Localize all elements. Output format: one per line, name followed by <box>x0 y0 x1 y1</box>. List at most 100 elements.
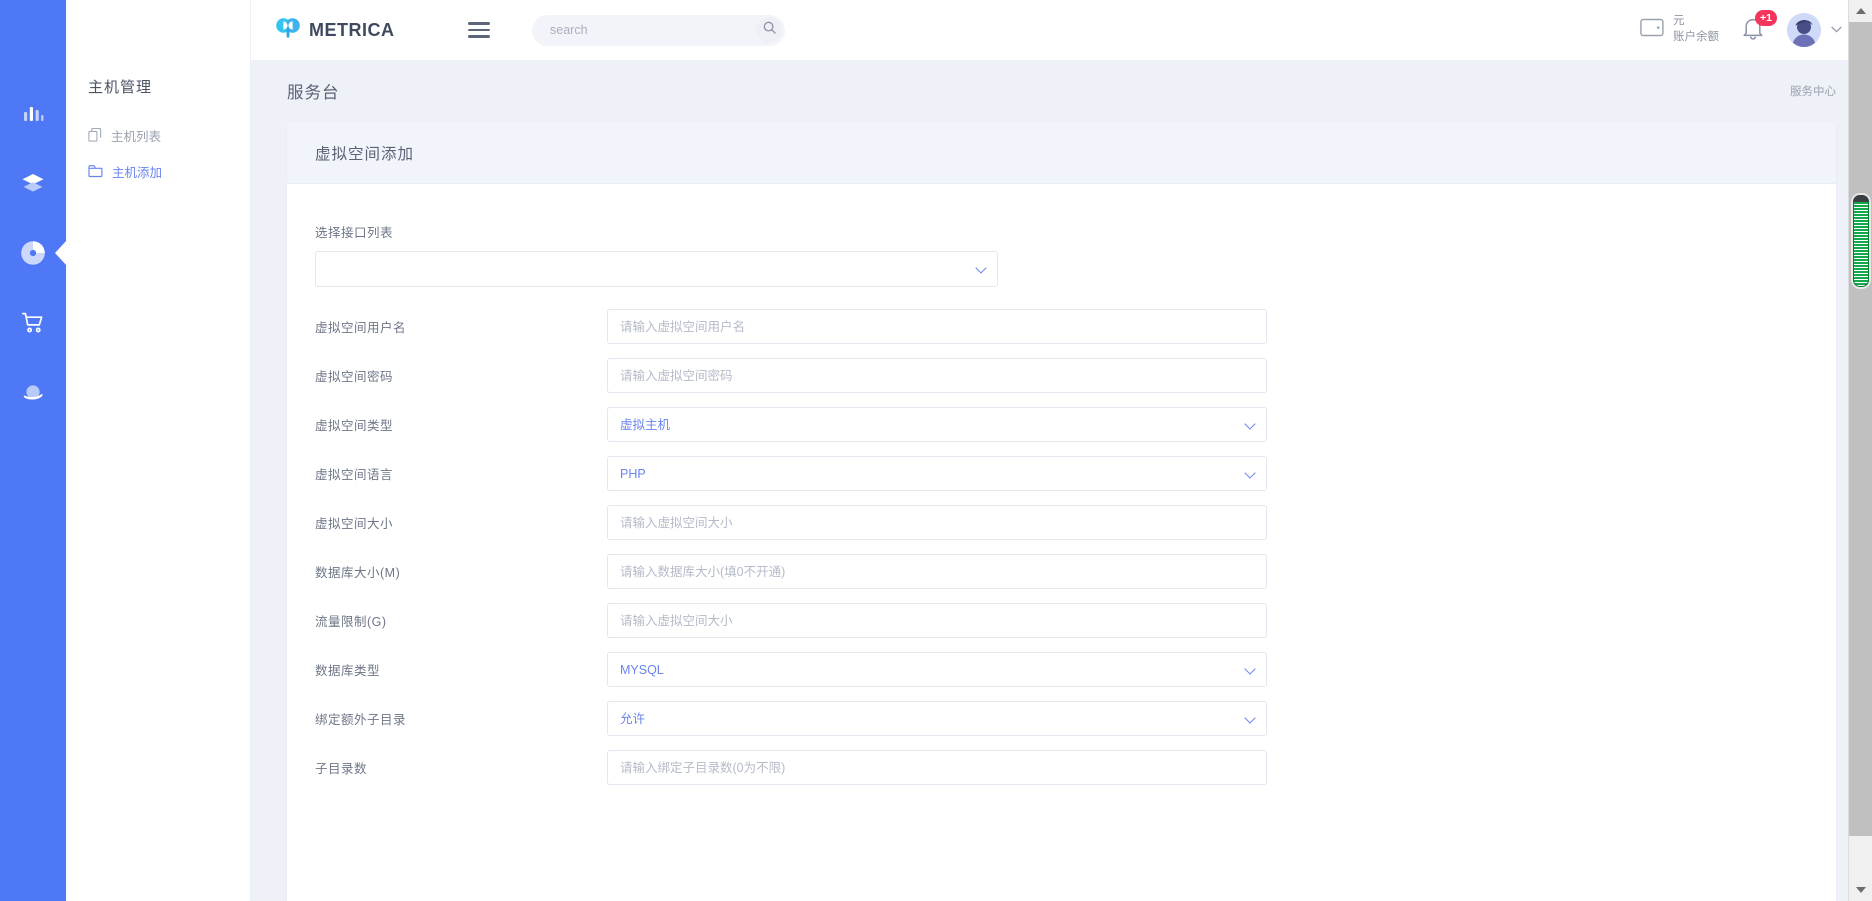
form-control <box>607 309 1307 344</box>
rail-item-bar-chart[interactable] <box>0 78 66 148</box>
select-3[interactable]: 虚拟主机 <box>607 407 1267 442</box>
page-header: 服务台 服务中心 <box>251 60 1872 122</box>
avatar <box>1787 13 1821 47</box>
rail-item-shopping-cart[interactable] <box>0 288 66 358</box>
form-control <box>315 251 998 287</box>
form-label: 选择接口列表 <box>315 214 1836 251</box>
rail-item-pie-chart[interactable] <box>0 218 66 288</box>
window-scrollbar[interactable] <box>1848 0 1872 901</box>
form-control: MYSQL <box>607 652 1307 687</box>
notifications-button[interactable]: +1 <box>1741 15 1765 45</box>
metrica-logo-icon <box>275 15 301 46</box>
form-row: 虚拟空间大小 <box>287 505 1836 540</box>
select-8[interactable]: MYSQL <box>607 652 1267 687</box>
rail-item-layers[interactable] <box>0 148 66 218</box>
form-control: PHP <box>607 456 1307 491</box>
scroll-up-arrow-icon <box>1856 8 1866 14</box>
pie-chart-icon <box>20 240 46 266</box>
search-box[interactable] <box>532 15 785 46</box>
form-row: 子目录数 <box>287 750 1836 785</box>
form-control: 虚拟主机 <box>607 407 1307 442</box>
scroll-up-arrow[interactable] <box>1849 0 1872 22</box>
app-root: 主机管理 主机列表 主机添加 <box>0 0 1872 901</box>
select-4[interactable]: PHP <box>607 456 1267 491</box>
wallet-unit: 元 <box>1673 14 1719 30</box>
select-wrapper: 允许 <box>607 701 1267 736</box>
chevron-down-icon <box>1831 24 1842 36</box>
select-wrapper: MYSQL <box>607 652 1267 687</box>
page-body: 服务台 服务中心 虚拟空间添加 选择接口列表虚拟空间用户名虚拟空间密码虚拟空间类… <box>251 60 1872 901</box>
input-6[interactable] <box>607 554 1267 589</box>
sidebar: 主机管理 主机列表 主机添加 <box>66 0 251 901</box>
shopping-cart-icon <box>21 311 45 335</box>
select-0[interactable] <box>315 251 998 287</box>
hamburger-icon[interactable] <box>468 22 490 37</box>
search-button[interactable] <box>756 17 782 43</box>
user-menu[interactable] <box>1787 13 1842 47</box>
sidebar-item-host-add[interactable]: 主机添加 <box>66 153 250 189</box>
search-icon <box>763 21 776 39</box>
form-control <box>607 750 1307 785</box>
select-9[interactable]: 允许 <box>607 701 1267 736</box>
folder-icon <box>88 164 103 178</box>
topbar-right: 元 账户余额 +1 <box>1640 13 1842 47</box>
input-7[interactable] <box>607 603 1267 638</box>
form-label: 虚拟空间语言 <box>287 456 607 483</box>
form-control <box>607 554 1307 589</box>
form-card-title: 虚拟空间添加 <box>315 142 414 164</box>
sidebar-item-label: 主机列表 <box>111 126 161 145</box>
page-title: 服务台 <box>287 79 340 103</box>
wallet-icon <box>1640 18 1664 42</box>
form-row: 虚拟空间类型虚拟主机 <box>287 407 1836 442</box>
form-label: 数据库类型 <box>287 652 607 679</box>
layers-icon <box>21 172 45 194</box>
icon-rail <box>0 0 66 901</box>
form-row: 虚拟空间语言PHP <box>287 456 1836 491</box>
wallet-label: 账户余额 <box>1673 30 1719 46</box>
form-row: 虚拟空间用户名 <box>287 309 1836 344</box>
form-row: 绑定额外子目录允许 <box>287 701 1836 736</box>
wallet-balance[interactable]: 元 账户余额 <box>1640 14 1719 45</box>
form-row: 虚拟空间密码 <box>287 358 1836 393</box>
form-label: 虚拟空间用户名 <box>287 309 607 336</box>
select-wrapper: PHP <box>607 456 1267 491</box>
sidebar-item-host-list[interactable]: 主机列表 <box>66 117 250 153</box>
scrollbar-thumb[interactable] <box>1853 195 1869 287</box>
form-label: 虚拟空间密码 <box>287 358 607 385</box>
breadcrumb[interactable]: 服务中心 <box>1790 83 1836 99</box>
form-card: 虚拟空间添加 选择接口列表虚拟空间用户名虚拟空间密码虚拟空间类型虚拟主机虚拟空间… <box>287 122 1836 901</box>
form-card-header: 虚拟空间添加 <box>287 122 1836 184</box>
bar-chart-icon <box>22 102 44 124</box>
input-10[interactable] <box>607 750 1267 785</box>
topbar: METRICA <box>251 0 1872 60</box>
form-row: 数据库大小(M) <box>287 554 1836 589</box>
form-row: 数据库类型MYSQL <box>287 652 1836 687</box>
input-2[interactable] <box>607 358 1267 393</box>
select-wrapper: 虚拟主机 <box>607 407 1267 442</box>
virtual-space-form: 选择接口列表虚拟空间用户名虚拟空间密码虚拟空间类型虚拟主机虚拟空间语言PHP虚拟… <box>287 184 1836 785</box>
brand-name: METRICA <box>309 20 395 41</box>
brand-logo[interactable]: METRICA <box>275 15 425 46</box>
sidebar-title: 主机管理 <box>66 76 250 97</box>
scroll-down-arrow-icon <box>1856 887 1866 893</box>
input-5[interactable] <box>607 505 1267 540</box>
form-control <box>607 603 1307 638</box>
form-label: 绑定额外子目录 <box>287 701 607 728</box>
copy-icon <box>88 128 102 142</box>
form-control: 允许 <box>607 701 1307 736</box>
input-1[interactable] <box>607 309 1267 344</box>
form-label: 流量限制(G) <box>287 603 607 630</box>
bell-icon <box>1741 28 1765 45</box>
form-label: 虚拟空间大小 <box>287 505 607 532</box>
main-column: METRICA <box>251 0 1872 901</box>
scroll-down-arrow[interactable] <box>1849 879 1872 901</box>
form-label: 数据库大小(M) <box>287 554 607 581</box>
form-control <box>607 505 1307 540</box>
form-row: 选择接口列表 <box>287 214 1836 287</box>
form-label: 子目录数 <box>287 750 607 777</box>
form-control <box>607 358 1307 393</box>
planet-icon <box>21 381 45 405</box>
rail-item-planet[interactable] <box>0 358 66 428</box>
scrollbar-track[interactable] <box>1849 22 1872 836</box>
search-input[interactable] <box>550 16 750 45</box>
